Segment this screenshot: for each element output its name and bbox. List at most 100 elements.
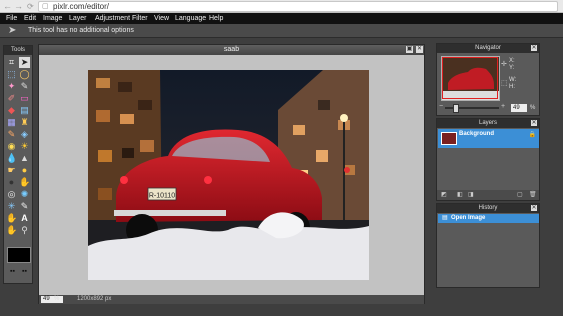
drawing-tool-icon[interactable]: ◈ xyxy=(19,129,30,140)
color-replace-icon[interactable]: ✎ xyxy=(6,129,17,140)
forward-icon[interactable]: → xyxy=(14,1,23,12)
smudge-tool-icon[interactable]: ☛ xyxy=(6,165,17,176)
navigator-title: Navigator xyxy=(437,44,539,53)
menu-layer[interactable]: Layer xyxy=(69,13,87,24)
menu-language[interactable]: Language xyxy=(175,13,206,24)
marquee-tool-icon[interactable]: ⬚ xyxy=(6,69,17,80)
pinch-tool-icon[interactable]: ✳ xyxy=(6,201,17,212)
sponge-tool-icon[interactable]: ● xyxy=(19,165,30,176)
brush-tool-icon[interactable]: ✐ xyxy=(6,93,17,104)
pan-tool-icon[interactable]: ✋ xyxy=(6,225,17,236)
shape-tool-icon[interactable]: ◉ xyxy=(6,141,17,152)
burn-tool-icon[interactable]: ✋ xyxy=(19,177,30,188)
lock-icon[interactable]: 🔒 xyxy=(529,131,536,138)
pencil-tool-icon[interactable]: ✎ xyxy=(19,81,30,92)
wand-tool-icon[interactable]: ✦ xyxy=(6,81,17,92)
layer-name: Background xyxy=(459,131,495,137)
lasso-tool-icon[interactable]: ◯ xyxy=(19,69,30,80)
gradient-tool-icon[interactable]: ▤ xyxy=(19,105,30,116)
photo-saab-car: R-10110 xyxy=(88,70,369,280)
layer-style-icon[interactable]: ◨ xyxy=(468,191,474,199)
url-text: pixlr.com/editor/ xyxy=(53,2,110,11)
reload-icon[interactable]: ⟳ xyxy=(27,1,34,12)
menu-bar: File Edit Image Layer Adjustment Filter … xyxy=(0,13,563,24)
zoom-slider[interactable] xyxy=(445,104,499,113)
close-icon[interactable]: ✕ xyxy=(531,120,537,126)
maximize-icon[interactable]: ▣ xyxy=(406,46,413,53)
tool-options-bar: ➤ This tool has no additional options xyxy=(0,24,563,38)
color-swatch[interactable] xyxy=(7,247,31,263)
layer-thumbnail xyxy=(441,132,457,145)
zoom-out-icon[interactable]: − xyxy=(439,103,443,110)
menu-file[interactable]: File xyxy=(6,13,17,24)
menu-edit[interactable]: Edit xyxy=(24,13,36,24)
bucket-tool-icon[interactable]: ◆ xyxy=(6,105,17,116)
layer-item[interactable]: Background 🔒 xyxy=(438,129,539,148)
gradient-fill-icon[interactable]: ▦ xyxy=(6,117,17,128)
menu-adjustment[interactable]: Adjustment xyxy=(95,13,130,24)
menu-view[interactable]: View xyxy=(154,13,169,24)
tools-panel-title: Tools xyxy=(4,46,32,55)
color-picker-icon[interactable]: ✎ xyxy=(19,201,30,212)
close-icon[interactable]: ✕ xyxy=(416,46,423,53)
zoom-in-icon[interactable]: + xyxy=(501,103,505,110)
hand-tool-icon[interactable]: ✋ xyxy=(6,213,17,224)
document-titlebar[interactable]: saab ▣ ✕ xyxy=(39,45,424,55)
document-zoom-field[interactable]: 49 xyxy=(41,296,63,303)
navigator-zoom-field[interactable]: 49 xyxy=(511,104,527,112)
navigator-panel: Navigator ✕ X: Y: W: H: ✛ ⬚ − + 49 % xyxy=(436,43,540,116)
document-window: saab ▣ ✕ R-10110 49 % 1200x892 px xyxy=(38,44,425,304)
browser-address-bar: ← → ⟳ ▢ pixlr.com/editor/ xyxy=(0,0,563,13)
delete-layer-icon[interactable]: 🗑 xyxy=(529,191,537,199)
back-icon[interactable]: ← xyxy=(3,1,12,12)
tools-panel: Tools ⌗ ➤ ⬚ ◯ ✦ ✎ ✐ ▭ ◆ ▤ ▦ ♜ ✎ ◈ ◉ ☀ 💧 … xyxy=(3,45,33,284)
navigator-thumbnail[interactable] xyxy=(441,56,500,101)
menu-image[interactable]: Image xyxy=(43,13,62,24)
stamp-tool-icon[interactable]: ♜ xyxy=(19,117,30,128)
layer-toolbar: ◩ ◧ ◨ ▢ 🗑 xyxy=(437,190,539,200)
close-icon[interactable]: ✕ xyxy=(531,45,537,51)
blur-tool-icon[interactable]: 💧 xyxy=(6,153,17,164)
layer-props-icon[interactable]: ◩ xyxy=(441,191,447,199)
red-eye-tool-icon[interactable]: ◎ xyxy=(6,189,17,200)
swatch-grid-icon-2[interactable]: ▪▪ xyxy=(19,266,30,277)
layers-title: Layers xyxy=(437,119,539,128)
layer-mask-icon[interactable]: ◧ xyxy=(457,191,463,199)
crosshair-icon: ✛ xyxy=(501,61,507,68)
eraser-tool-icon[interactable]: ▭ xyxy=(19,93,30,104)
history-title: History xyxy=(437,204,539,213)
zoom-tool-icon[interactable]: ⚲ xyxy=(19,225,30,236)
page-icon: ▢ xyxy=(42,3,49,10)
resize-icon: ⬚ xyxy=(501,80,508,87)
nav-h-label: H: xyxy=(509,84,515,90)
history-panel: History ✕ ▤ Open Image xyxy=(436,203,540,288)
document-title: saab xyxy=(223,46,240,53)
open-image-icon: ▤ xyxy=(442,215,448,221)
move-tool-icon[interactable]: ➤ xyxy=(19,57,30,68)
document-zoom-unit: % xyxy=(54,296,60,302)
sharpen-tool-icon[interactable]: ▲ xyxy=(19,153,30,164)
spot-heal-icon[interactable]: ☀ xyxy=(19,141,30,152)
nav-w-label: W: xyxy=(509,77,517,83)
canvas-image[interactable]: R-10110 xyxy=(88,70,369,280)
swatch-grid-icon[interactable]: ▪▪ xyxy=(7,266,18,277)
history-item[interactable]: ▤ Open Image xyxy=(438,214,539,223)
history-item-label: Open Image xyxy=(451,215,486,221)
bloat-tool-icon[interactable]: ✺ xyxy=(19,189,30,200)
text-tool-icon[interactable]: A xyxy=(19,213,30,224)
url-field[interactable]: ▢ pixlr.com/editor/ xyxy=(38,1,558,12)
navigator-view-rect[interactable] xyxy=(442,57,498,99)
document-status-bar: 49 % 1200x892 px xyxy=(39,295,424,304)
document-size: 1200x892 px xyxy=(77,296,112,302)
zoom-slider-knob[interactable] xyxy=(453,104,459,113)
license-plate-text: R-10110 xyxy=(149,193,175,200)
close-icon[interactable]: ✕ xyxy=(531,205,537,211)
dodge-tool-icon[interactable]: ● xyxy=(6,177,17,188)
crop-tool-icon[interactable]: ⌗ xyxy=(6,57,17,68)
navigator-zoom-unit: % xyxy=(530,105,536,111)
layers-panel: Layers ✕ Background 🔒 ◩ ◧ ◨ ▢ 🗑 xyxy=(436,118,540,201)
menu-filter[interactable]: Filter xyxy=(132,13,148,24)
nav-x-label: X: xyxy=(509,58,515,64)
new-layer-icon[interactable]: ▢ xyxy=(517,191,523,199)
menu-help[interactable]: Help xyxy=(209,13,223,24)
